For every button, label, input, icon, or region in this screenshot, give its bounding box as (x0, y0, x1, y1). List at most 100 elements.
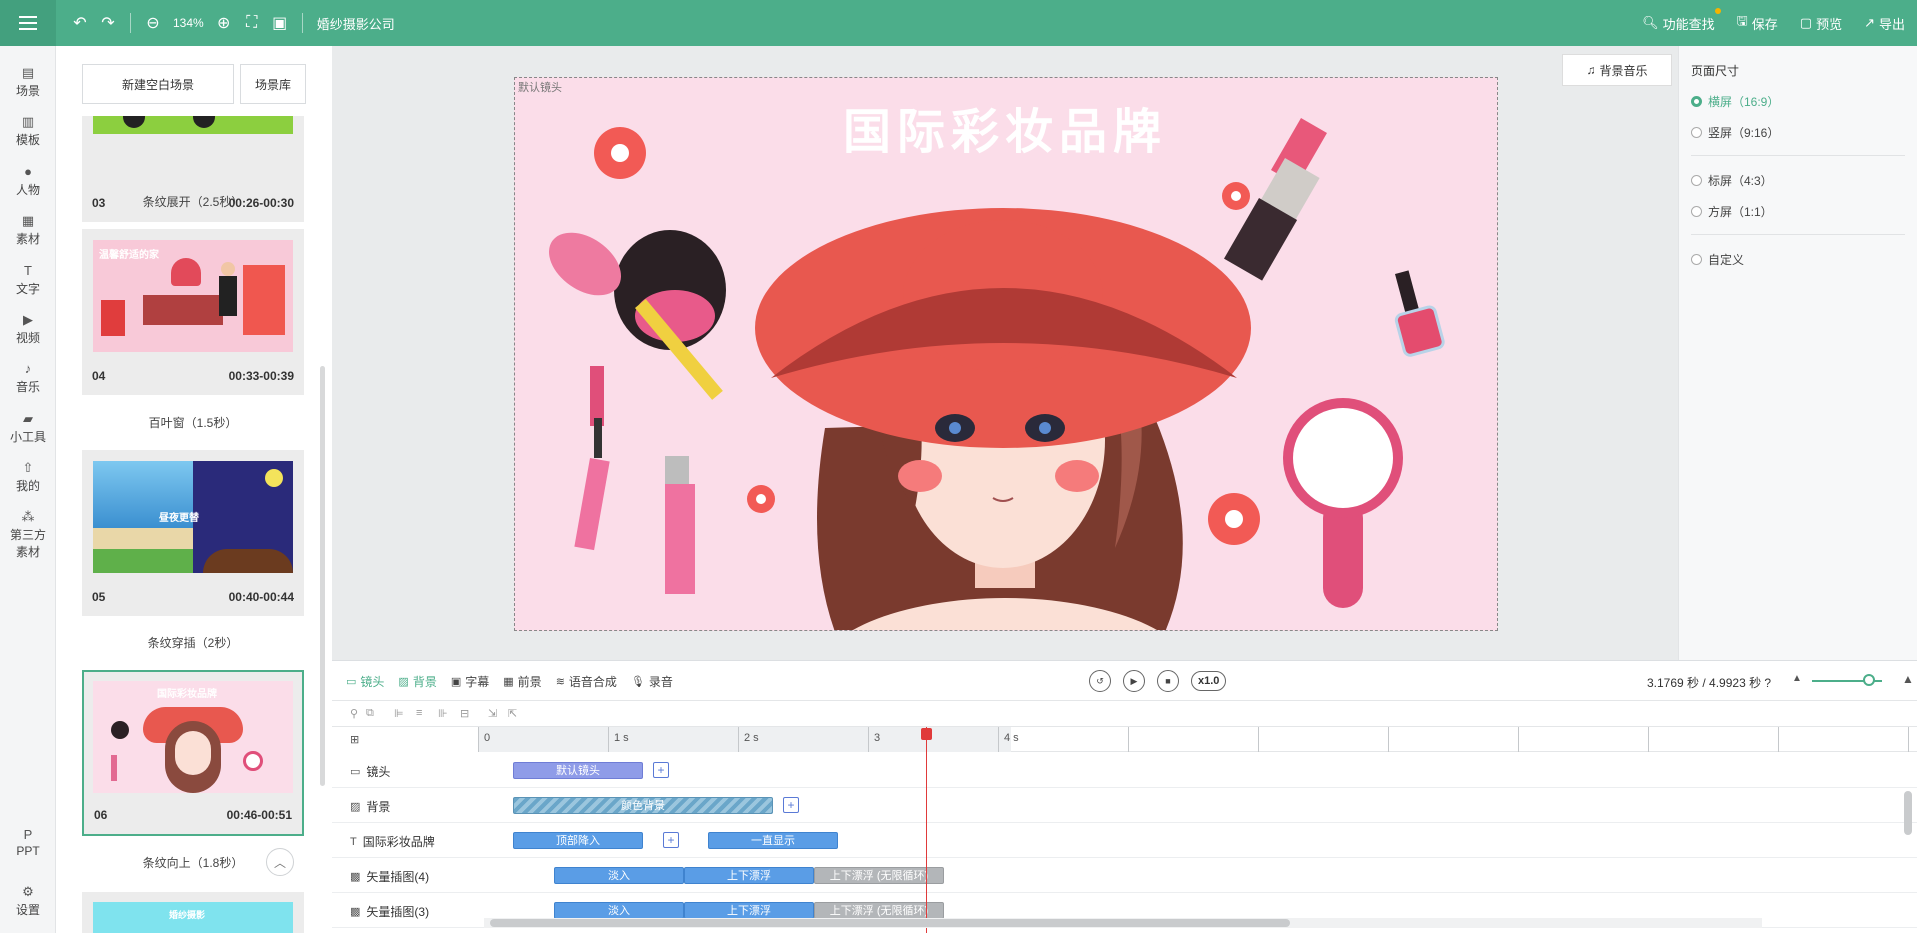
lip-gloss-icon (665, 456, 695, 594)
find-feature-button[interactable]: 🔍︎ 功能查找 (1642, 7, 1721, 33)
preview-button[interactable]: ▢ 预览 (1800, 14, 1842, 33)
background-music-button[interactable]: ♫ 背景音乐 (1562, 54, 1672, 86)
clip-float[interactable]: 上下漂浮 (684, 902, 814, 919)
scene-library-button[interactable]: 场景库 (240, 64, 306, 104)
timeline-horizontal-scrollbar[interactable] (484, 918, 1762, 928)
option-custom[interactable]: 自定义 (1691, 251, 1905, 268)
rail-item-third-party[interactable]: ⁂ 第三方 素材 (0, 510, 56, 560)
thumb-title: 婚纱摄影 (169, 910, 206, 920)
distribute-icon[interactable]: ⊟ (460, 707, 469, 720)
scroll-up-button[interactable]: ︿ (266, 848, 294, 876)
track-vector-4: ▩ 矢量插图(4) 淡入 上下漂浮 上下漂浮 (无限循环) (332, 858, 1917, 893)
rail-item-person[interactable]: ● 人物 (0, 165, 56, 198)
playhead-handle[interactable] (921, 728, 932, 740)
rail-item-tools[interactable]: ▰ 小工具 (0, 412, 56, 445)
layers-icon[interactable]: ⊞ (350, 733, 359, 746)
play-icon[interactable]: ▶ (1123, 670, 1145, 692)
align-center-icon[interactable]: ≡ (416, 707, 422, 719)
track-camera: ▭ 镜头 默认镜头 + (332, 753, 1917, 788)
timeline: ▭ 镜头 ▨ 背景 ▣ 字幕 ▦ 前景 ≋ 语音合成 🎙︎ 录音 ↺ ▶ ■ x1.0 3.… (332, 660, 1917, 933)
transition-label[interactable]: 百叶窗（1.5秒） (82, 414, 304, 431)
option-standard[interactable]: 标屏（4:3） (1691, 172, 1905, 189)
tab-camera[interactable]: ▭ 镜头 (346, 673, 384, 690)
option-landscape[interactable]: 横屏（16:9） (1691, 93, 1905, 110)
add-clip-button[interactable]: + (783, 797, 799, 813)
tts-icon: ≋ (555, 676, 565, 688)
clip-fade-in[interactable]: 淡入 (554, 867, 684, 884)
transition-label[interactable]: 条纹展开（2.5秒） (82, 193, 304, 210)
zoom-slider-handle[interactable] (1863, 674, 1875, 686)
help-icon[interactable]: ? (1764, 676, 1771, 690)
redo-icon[interactable]: ↷ (94, 9, 122, 37)
ruler-label: 0 (484, 732, 491, 744)
rail-item-mine[interactable]: ⇧ 我的 (0, 461, 56, 494)
page-size-panel: 页面尺寸 横屏（16:9） 竖屏（9:16） 标屏（4:3） 方屏（1:1） 自… (1678, 46, 1917, 660)
scene-thumb (93, 116, 293, 134)
filter-icon[interactable]: ⚲ (350, 707, 358, 720)
project-title[interactable]: 婚纱摄影公司 (317, 14, 395, 33)
group-icon[interactable]: ⧉ (366, 707, 374, 720)
ruler-label: 2 s (744, 732, 759, 744)
option-label: 标屏（4:3） (1708, 174, 1773, 188)
zoom-in-icon[interactable]: ⊕ (210, 9, 238, 37)
tab-foreground[interactable]: ▦ 前景 (503, 673, 541, 690)
menu-button[interactable] (0, 0, 56, 46)
scroll-thumb[interactable] (1904, 791, 1912, 835)
save-button[interactable]: 🖫 保存 (1737, 12, 1778, 34)
left-rail: ▤ 场景 ▥ 模板 ● 人物 ▦ 素材 T 文字 ▶ 视频 ♪ 音乐 ▰ 小工具 ⇧ 我的 ⁂ 第三… (0, 46, 56, 933)
scene-card-07[interactable]: 婚纱摄影 (82, 892, 304, 933)
tab-tts[interactable]: ≋ 语音合成 (556, 673, 617, 690)
new-blank-scene-button[interactable]: 新建空白场景 (82, 64, 234, 104)
tab-background[interactable]: ▨ 背景 (398, 673, 436, 690)
panel-scrollbar[interactable] (320, 366, 325, 786)
tab-label: 镜头 (360, 675, 385, 689)
speed-button[interactable]: x1.0 (1191, 671, 1227, 691)
rail-item-scene[interactable]: ▤ 场景 (0, 66, 56, 99)
undo-icon[interactable]: ↶ (66, 9, 94, 37)
rail-item-material[interactable]: ▦ 素材 (0, 214, 56, 247)
clip-drop-in[interactable]: 顶部降入 (513, 832, 643, 849)
rail-item-settings[interactable]: ⚙ 设置 (0, 885, 56, 918)
clip-default-camera[interactable]: 默认镜头 (513, 762, 643, 779)
rail-item-music[interactable]: ♪ 音乐 (0, 362, 56, 395)
clip-color-background[interactable]: 颜色背景 (513, 797, 773, 814)
ruler-label: 4 s (1004, 732, 1019, 744)
clip-always-show[interactable]: 一直显示 (708, 832, 838, 849)
option-square[interactable]: 方屏（1:1） (1691, 203, 1905, 220)
scroll-thumb[interactable] (490, 919, 1290, 927)
rail-item-ppt[interactable]: P PPT (0, 828, 56, 859)
rail-item-template[interactable]: ▥ 模板 (0, 115, 56, 148)
clip-float-loop[interactable]: 上下漂浮 (无限循环) (814, 867, 944, 884)
fullscreen-icon[interactable]: ⛶ (238, 9, 266, 37)
transition-label[interactable]: 条纹穿插（2秒） (82, 634, 304, 651)
scene-index: 05 (92, 590, 106, 604)
clip-fade-in[interactable]: 淡入 (554, 902, 684, 919)
timeline-vertical-scrollbar[interactable] (1902, 779, 1914, 919)
zoom-large-icon: ▲ (1902, 672, 1914, 686)
rail-item-text[interactable]: T 文字 (0, 264, 56, 297)
option-portrait[interactable]: 竖屏（9:16） (1691, 124, 1905, 141)
add-clip-button[interactable]: + (653, 762, 669, 778)
scene-card-05[interactable]: 昼夜更替 05 00:40-00:44 (82, 450, 304, 616)
rail-item-video[interactable]: ▶ 视频 (0, 313, 56, 346)
playhead-line[interactable] (926, 727, 927, 933)
clip-float-loop[interactable]: 上下漂浮 (无限循环) (814, 902, 944, 919)
rail-label: 素材 (15, 232, 40, 246)
add-clip-button[interactable]: + (663, 832, 679, 848)
time-ruler[interactable]: 0 1 s 2 s 3 4 s (478, 727, 1917, 752)
scene-card-06[interactable]: 国际彩妆品牌 06 00:46-00:51 (82, 670, 304, 836)
clip-float[interactable]: 上下漂浮 (684, 867, 814, 884)
link-icon[interactable]: ⇲ (488, 707, 497, 720)
align-right-icon[interactable]: ⊪ (438, 707, 448, 720)
unlink-icon[interactable]: ⇱ (508, 707, 517, 720)
stop-icon[interactable]: ■ (1157, 670, 1179, 692)
tab-record[interactable]: 🎙︎ 录音 (631, 673, 673, 690)
export-button[interactable]: ↗ 导出 (1864, 14, 1905, 33)
zoom-out-icon[interactable]: ⊖ (139, 9, 167, 37)
tab-subtitle[interactable]: ▣ 字幕 (451, 673, 489, 690)
scene-card-04[interactable]: 温馨舒适的家 04 00:33-00:39 (82, 229, 304, 395)
stage-canvas[interactable]: 国际彩妆品牌 (514, 77, 1498, 631)
fit-icon[interactable]: ▣ (266, 9, 294, 37)
align-left-icon[interactable]: ⊫ (394, 707, 404, 720)
replay-icon[interactable]: ↺ (1089, 670, 1111, 692)
